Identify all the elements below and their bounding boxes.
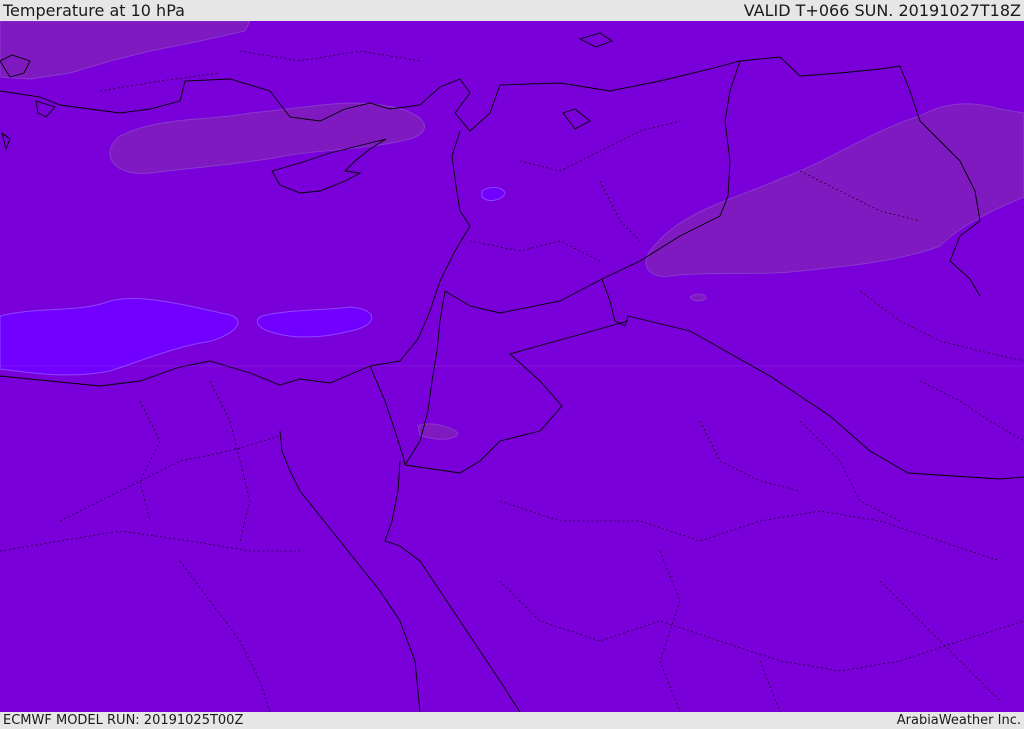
header-bar: Temperature at 10 hPa VALID T+066 SUN. 2… (0, 0, 1024, 21)
weather-map[interactable] (0, 21, 1024, 712)
footer-bar: ECMWF MODEL RUN: 20191025T00Z ArabiaWeat… (0, 712, 1024, 729)
map-canvas (0, 21, 1024, 712)
credit-label: ArabiaWeather Inc. (896, 713, 1021, 728)
warm-patch-tiny (689, 293, 707, 302)
valid-time-label: VALID T+066 SUN. 20191027T18Z (743, 1, 1021, 20)
model-run-label: ECMWF MODEL RUN: 20191025T00Z (3, 713, 244, 728)
map-title: Temperature at 10 hPa (3, 1, 185, 20)
